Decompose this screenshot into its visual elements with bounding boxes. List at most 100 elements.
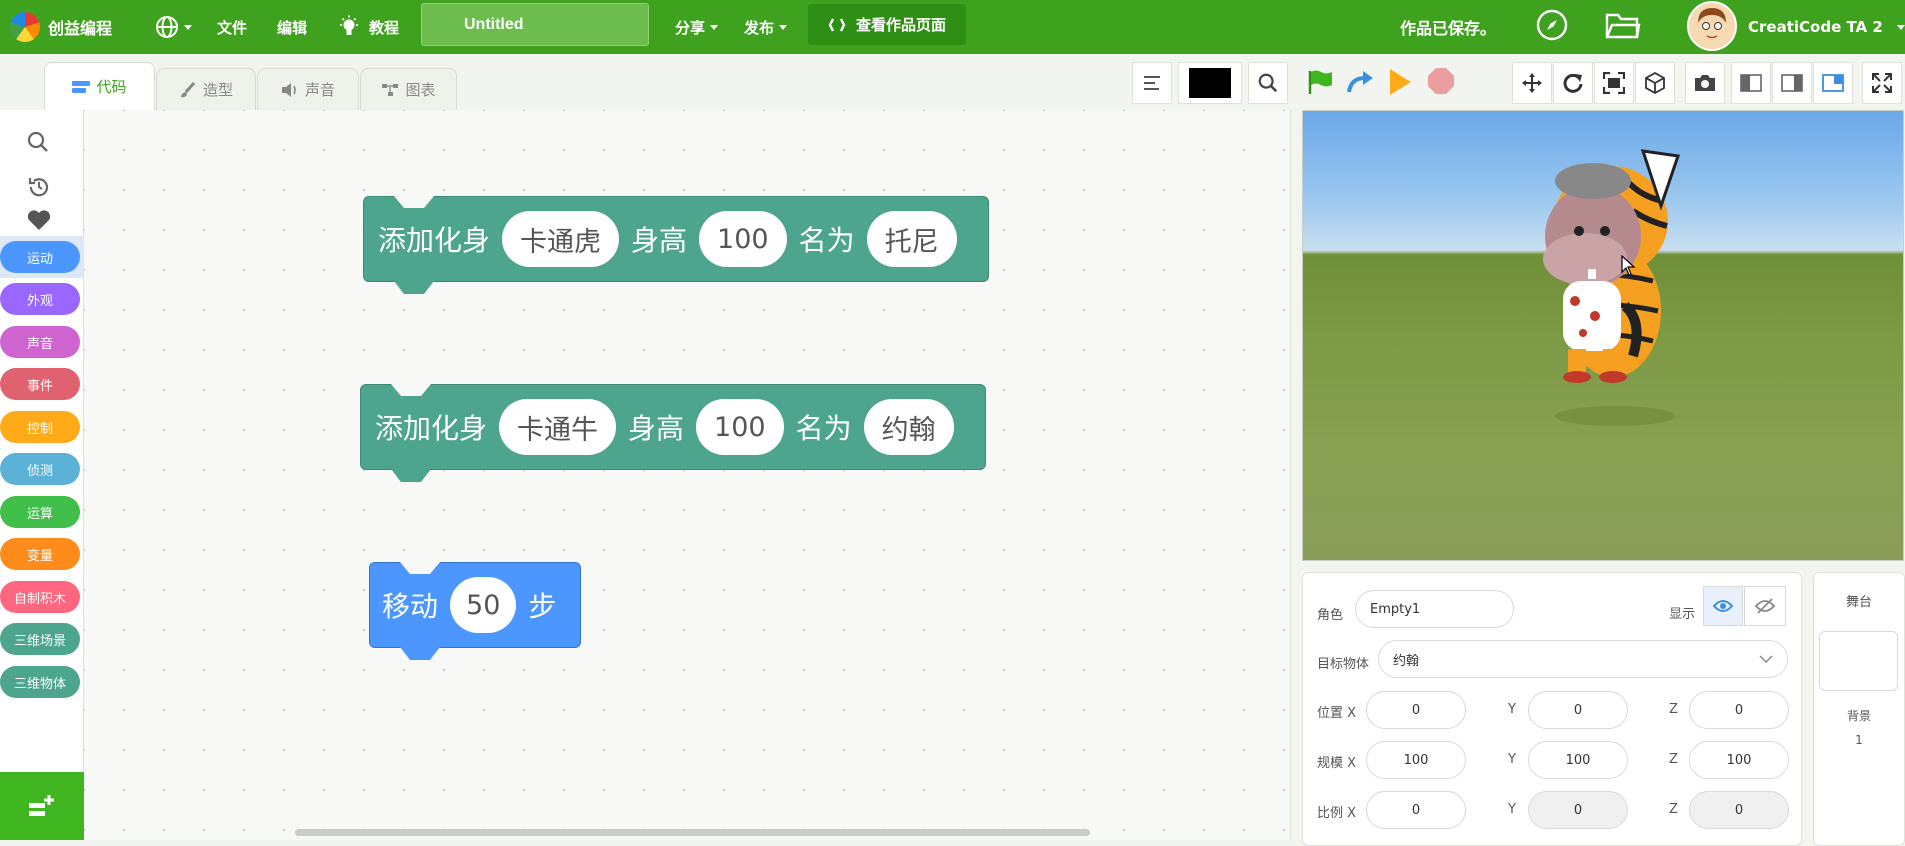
scale-z-input[interactable]: 100 [1689,741,1789,779]
category-motion[interactable]: 运动 [0,241,80,273]
tab-chart-label: 图表 [405,81,436,99]
search-blocks-button[interactable] [26,130,50,158]
brand-logo[interactable]: 创益编程 [10,0,112,54]
screenshot-button[interactable] [1685,62,1725,104]
avatar-input[interactable]: 卡通牛 [499,399,617,455]
category-control[interactable]: 控制 [0,411,80,443]
format-code-button[interactable] [1132,62,1172,104]
move-camera-button[interactable] [1512,62,1552,104]
my-stuff-button[interactable] [1604,6,1642,44]
category-sound[interactable]: 声音 [0,326,80,358]
position-x-label: 位置 X [1317,706,1357,721]
block-tab [391,469,431,482]
globe-icon [156,16,178,38]
target-object-select[interactable]: 约翰 [1378,640,1788,678]
ratio-z-input[interactable]: 0 [1689,791,1789,829]
position-x-input[interactable]: 0 [1366,691,1466,729]
category-label: 自制积木 [13,591,66,607]
horizontal-scrollbar[interactable] [295,829,1090,836]
avatar-input[interactable]: 卡通虎 [502,211,620,267]
lightbulb-icon [340,15,358,35]
fullscreen-button[interactable] [1862,62,1902,104]
large-stage-button[interactable] [1813,62,1853,104]
add-avatar-block[interactable]: 添加化身 卡通虎 身高 100 名为 托尼 [363,196,989,294]
ratio-y-input[interactable]: 0 [1528,791,1628,829]
category-my-blocks[interactable]: 自制积木 [0,581,80,613]
block-text: 步 [528,590,557,623]
publish-menu[interactable]: 发布 [744,0,788,54]
add-avatar-block[interactable]: 添加化身 卡通牛 身高 100 名为 约翰 [360,384,986,482]
search-code-button[interactable] [1248,62,1288,104]
tutorial-menu[interactable]: 教程 [337,0,399,54]
steps-input[interactable]: 50 [450,577,517,633]
tab-sound[interactable]: 声音 [257,68,359,110]
tab-chart[interactable]: 图表 [360,68,457,110]
category-3d-scene[interactable]: 三维场景 [0,623,80,655]
scale-x-input[interactable]: 100 [1366,741,1466,779]
3d-stage[interactable] [1302,110,1904,561]
category-events[interactable]: 事件 [0,368,80,400]
medium-stage-button[interactable] [1772,62,1812,104]
stop-button[interactable] [1427,67,1455,99]
position-y-input[interactable]: 0 [1528,691,1628,729]
category-label: 事件 [26,378,53,394]
sprite-name-input[interactable]: Empty1 [1355,590,1514,628]
category-label: 控制 [26,421,53,437]
tutorial-menu-label: 教程 [369,18,400,37]
history-button[interactable] [26,174,52,204]
explore-button[interactable] [1533,6,1571,44]
stage-thumbnail[interactable] [1819,631,1898,691]
category-looks[interactable]: 外观 [0,283,80,315]
tab-code-label: 代码 [96,78,127,96]
position-x-value: 0 [1411,702,1421,718]
tab-costume-label: 造型 [202,81,233,99]
move-steps-block[interactable]: 移动 50 步 [369,562,581,660]
scale-y-input[interactable]: 100 [1528,741,1628,779]
brush-icon [180,81,196,97]
height-input[interactable]: 100 [696,399,784,455]
redo-arrow-icon [1347,71,1373,93]
show-sprite-button[interactable] [1703,586,1743,626]
height-input[interactable]: 100 [699,211,787,267]
code-workspace[interactable]: 添加化身 卡通虎 身高 100 名为 托尼 添加化身 卡通牛 身高 100 名为… [84,110,1347,840]
file-menu[interactable]: 文件 [217,0,247,54]
green-flag-button[interactable] [1306,68,1334,100]
eye-icon [1713,600,1733,612]
tab-costume[interactable]: 造型 [156,68,256,110]
favorites-button[interactable] [26,208,52,236]
color-swatch-button[interactable] [1178,62,1242,104]
cube-icon [1645,72,1665,94]
block-notch [394,196,434,208]
stage-selector[interactable]: 舞台 背景 1 [1813,572,1905,846]
name-input[interactable]: 约翰 [863,399,954,455]
play-button[interactable] [1387,67,1413,101]
save-status-text: 作品已保存。 [1400,19,1497,38]
z-label: Z [1669,702,1678,717]
account-menu[interactable] [1892,0,1905,54]
view-project-page-button[interactable]: 查看作品页面 [808,4,966,45]
category-label: 变量 [26,548,53,564]
redo-button[interactable] [1346,68,1376,100]
share-menu[interactable]: 分享 [675,0,719,54]
position-z-input[interactable]: 0 [1689,691,1789,729]
rotate-camera-button[interactable] [1553,62,1593,104]
project-title-input[interactable] [421,3,649,46]
add-extension-button[interactable] [0,772,84,840]
chevron-down-icon [184,24,192,30]
category-3d-object[interactable]: 三维物体 [0,666,80,698]
user-avatar[interactable] [1687,1,1737,51]
small-stage-button[interactable] [1731,62,1771,104]
fit-view-button[interactable] [1594,62,1634,104]
edit-menu[interactable]: 编辑 [277,0,307,54]
3d-view-button[interactable] [1635,62,1675,104]
hide-sprite-button[interactable] [1744,586,1786,626]
category-sensing[interactable]: 侦测 [0,453,80,485]
username[interactable]: CreatiCode TA 2 [1748,0,1883,54]
z-label: Z [1669,752,1678,767]
tab-code[interactable]: 代码 [44,62,155,110]
language-menu[interactable] [155,0,192,54]
ratio-x-input[interactable]: 0 [1366,791,1466,829]
category-variables[interactable]: 变量 [0,538,80,570]
category-operators[interactable]: 运算 [0,496,80,528]
name-input[interactable]: 托尼 [866,211,957,267]
